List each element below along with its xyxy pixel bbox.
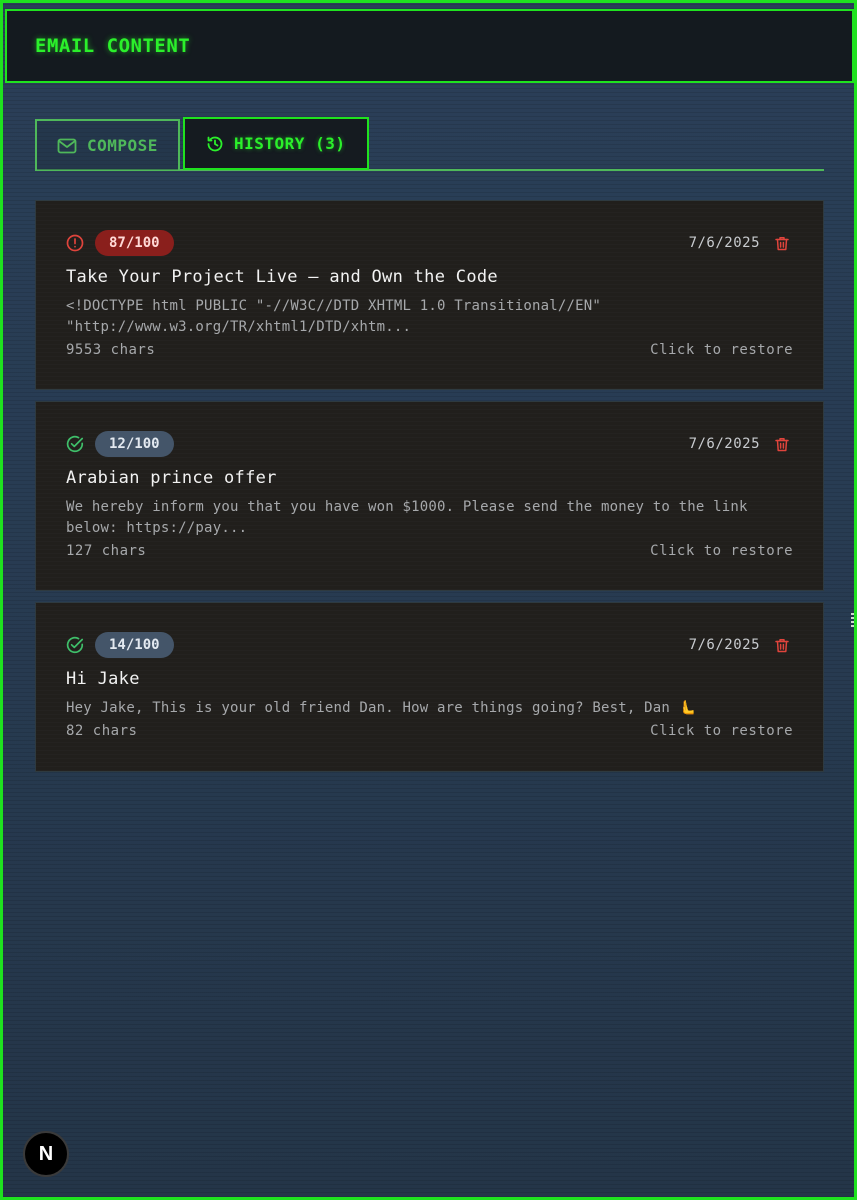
history-item-header: 12/100 7/6/2025 bbox=[66, 431, 793, 457]
history-item-header: 87/100 7/6/2025 bbox=[66, 230, 793, 256]
spam-score-badge: 12/100 bbox=[95, 431, 174, 457]
history-icon bbox=[206, 135, 224, 153]
history-item-preview: We hereby inform you that you have won $… bbox=[66, 499, 748, 536]
dev-tools-button[interactable]: N bbox=[23, 1131, 69, 1177]
history-item-title: Arabian prince offer bbox=[66, 468, 277, 488]
history-item-date: 7/6/2025 bbox=[688, 436, 760, 452]
trash-icon[interactable] bbox=[775, 437, 789, 452]
char-count: 9553 chars bbox=[66, 342, 156, 358]
history-item[interactable]: 87/100 7/6/2025 Take Your Project Live —… bbox=[35, 200, 824, 390]
trash-icon[interactable] bbox=[775, 638, 789, 653]
dev-tools-logo: N bbox=[38, 1142, 54, 1165]
restore-link[interactable]: Click to restore bbox=[650, 342, 793, 358]
spam-score-badge: 87/100 bbox=[95, 230, 174, 256]
tab-history[interactable]: HISTORY (3) bbox=[183, 117, 369, 170]
history-item-preview: <!DOCTYPE html PUBLIC "-//W3C//DTD XHTML… bbox=[66, 298, 601, 335]
panel-header: EMAIL CONTENT bbox=[5, 9, 854, 83]
spam-score-badge: 14/100 bbox=[95, 632, 174, 658]
history-item-footer: 127 chars Click to restore bbox=[66, 543, 793, 559]
history-item-preview: Hey Jake, This is your old friend Dan. H… bbox=[66, 700, 697, 716]
check-circle-icon bbox=[66, 435, 84, 453]
restore-link[interactable]: Click to restore bbox=[650, 723, 793, 739]
history-item-footer: 9553 chars Click to restore bbox=[66, 342, 793, 358]
alert-circle-icon bbox=[66, 234, 84, 252]
char-count: 82 chars bbox=[66, 723, 138, 739]
tab-compose-label: COMPOSE bbox=[87, 136, 158, 155]
history-item[interactable]: 12/100 7/6/2025 Arabian prince offer We … bbox=[35, 401, 824, 591]
mail-icon bbox=[57, 138, 77, 154]
check-circle-icon bbox=[66, 636, 84, 654]
history-item-title: Take Your Project Live — and Own the Cod… bbox=[66, 267, 498, 287]
tab-history-label: HISTORY (3) bbox=[234, 134, 346, 153]
history-item-header: 14/100 7/6/2025 bbox=[66, 632, 793, 658]
tab-bar: COMPOSE HISTORY (3) bbox=[35, 117, 824, 171]
char-count: 127 chars bbox=[66, 543, 147, 559]
trash-icon[interactable] bbox=[775, 236, 789, 251]
history-item-date: 7/6/2025 bbox=[688, 637, 760, 653]
history-item-title: Hi Jake bbox=[66, 669, 140, 689]
history-item-date: 7/6/2025 bbox=[688, 235, 760, 251]
tab-compose[interactable]: COMPOSE bbox=[35, 119, 180, 170]
history-item[interactable]: 14/100 7/6/2025 Hi Jake Hey Jake, This i… bbox=[35, 602, 824, 772]
panel-title: EMAIL CONTENT bbox=[35, 35, 191, 57]
app-frame: EMAIL CONTENT COMPOSE HISTORY (3) 87/100… bbox=[0, 0, 857, 1200]
history-item-footer: 82 chars Click to restore bbox=[66, 723, 793, 739]
resize-handle[interactable] bbox=[851, 613, 854, 627]
restore-link[interactable]: Click to restore bbox=[650, 543, 793, 559]
